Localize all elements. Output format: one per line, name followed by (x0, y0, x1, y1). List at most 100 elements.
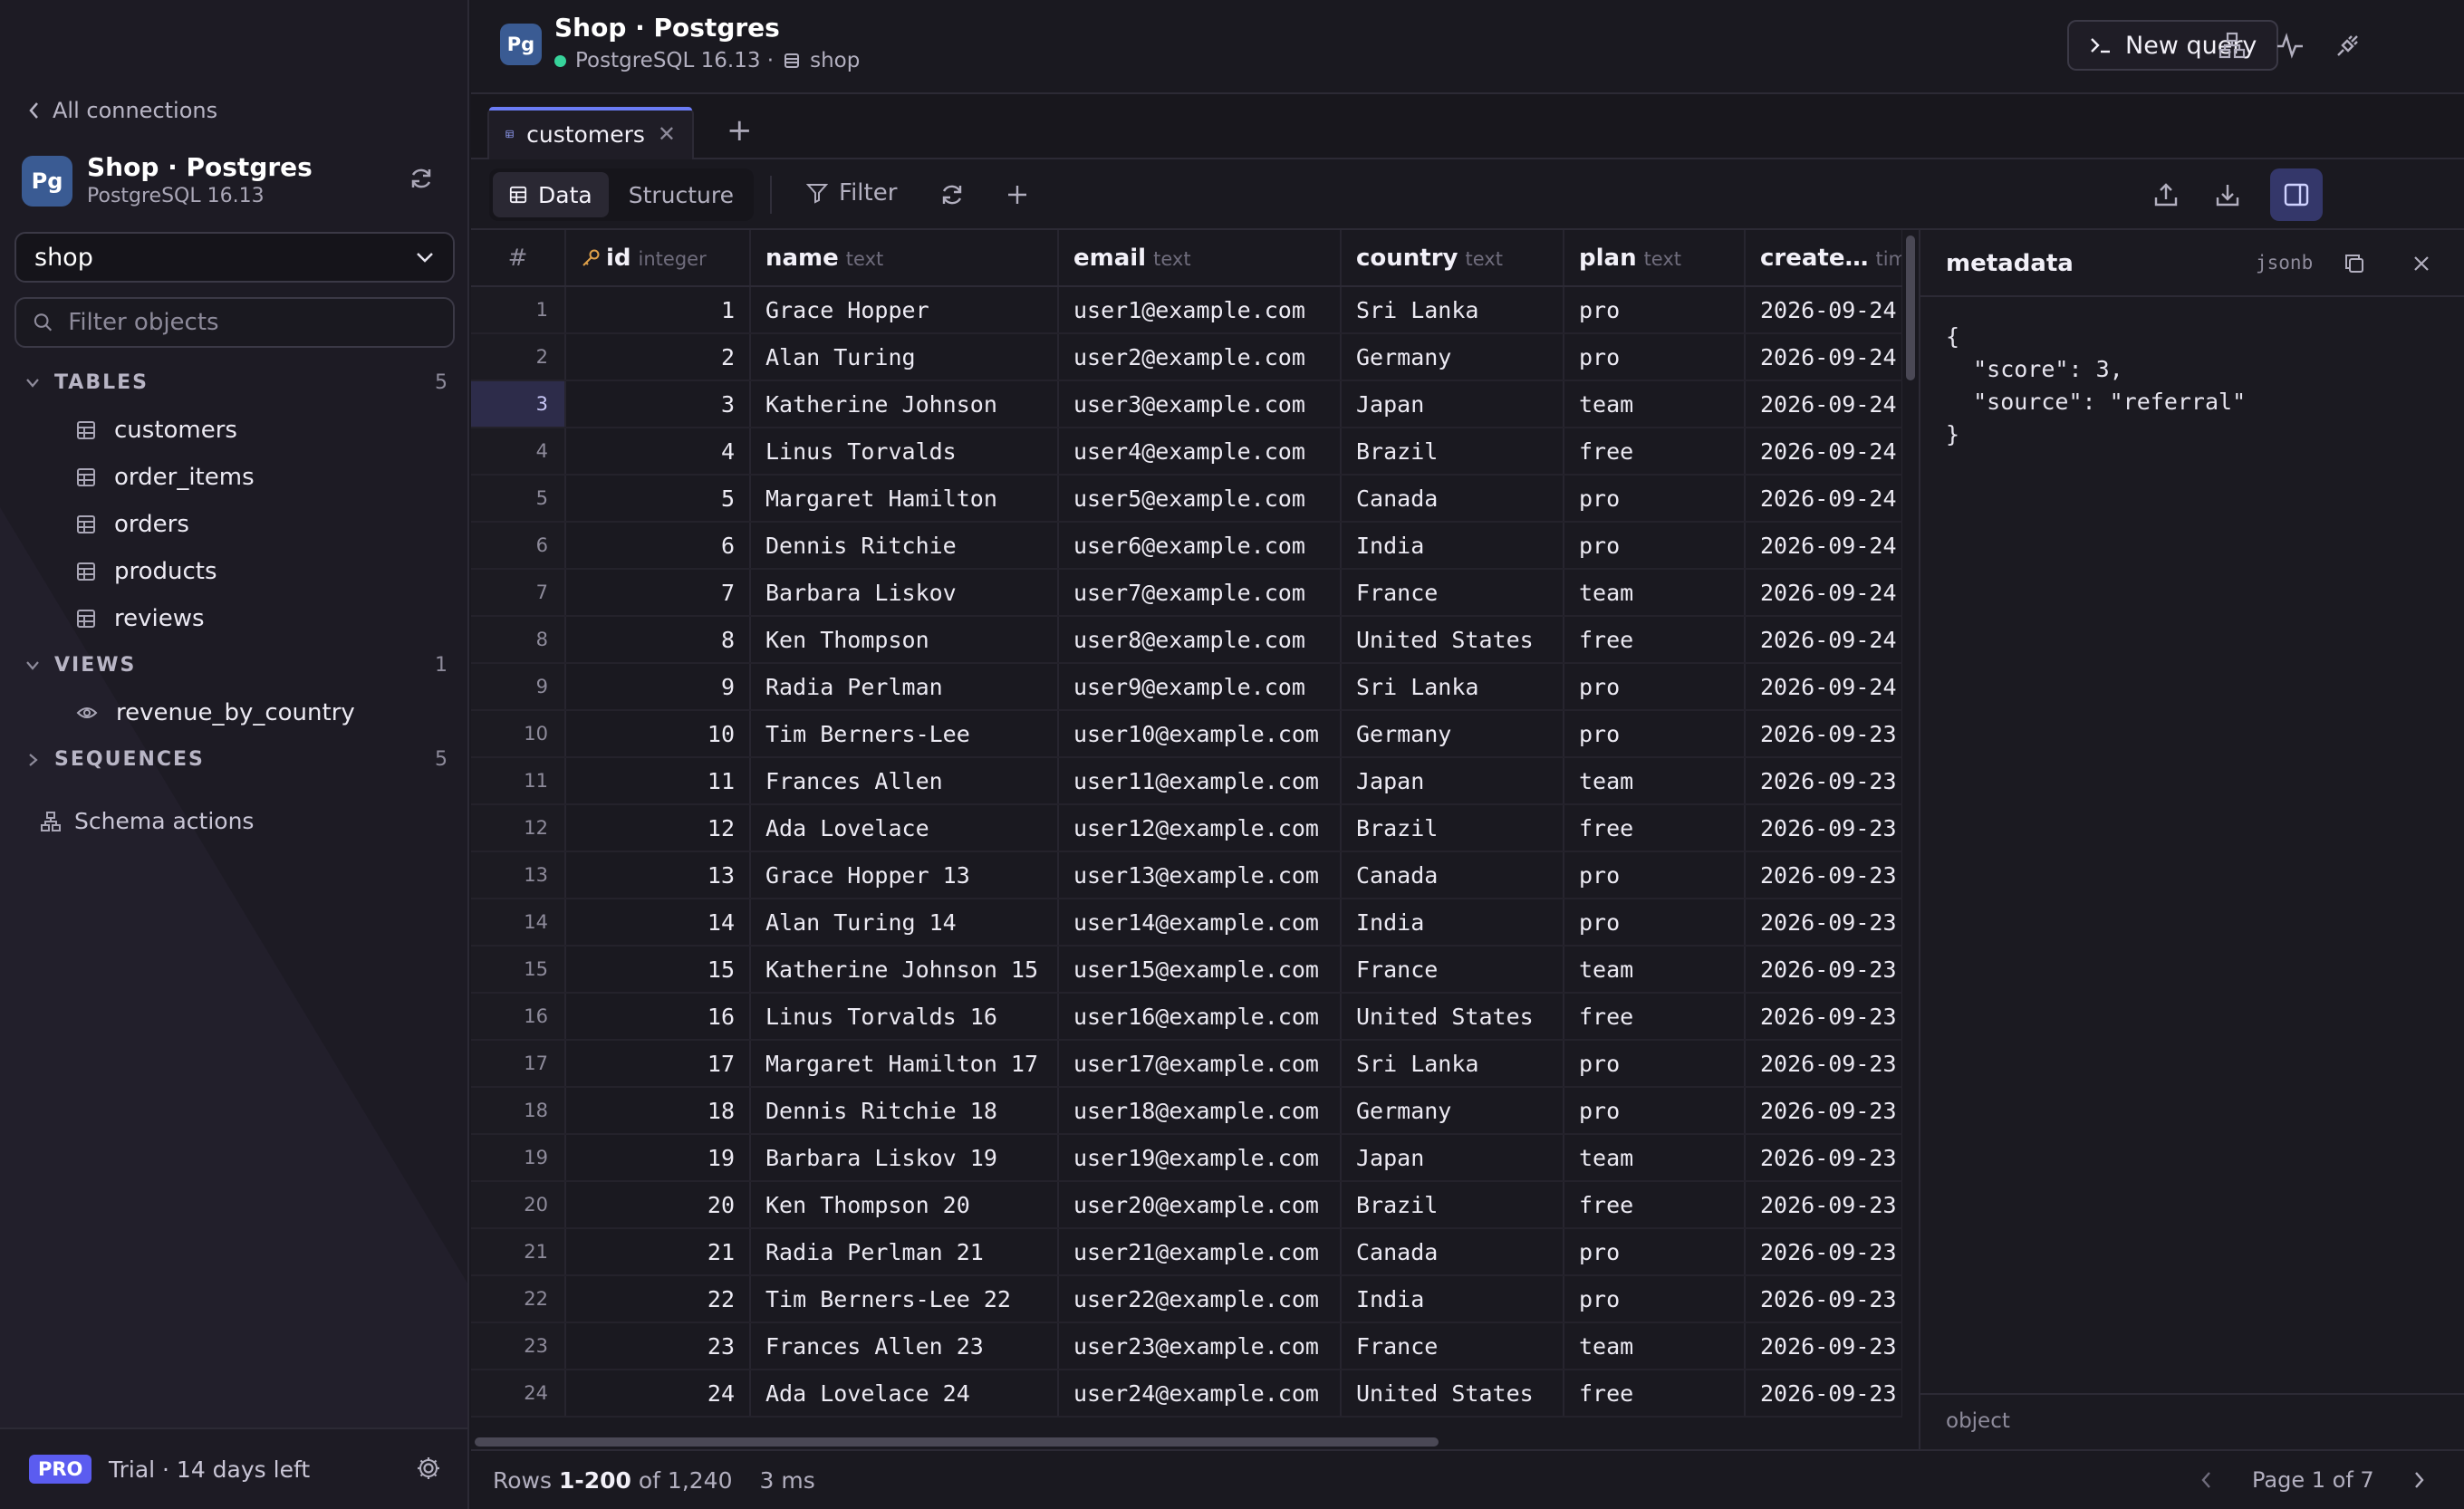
database-select[interactable]: shop (14, 232, 455, 283)
email-cell[interactable]: user13@example.com (1058, 851, 1342, 899)
horizontal-scrollbar[interactable] (471, 1435, 1919, 1449)
column-header-plan[interactable]: plan text (1564, 230, 1746, 287)
plan-cell[interactable]: free (1564, 804, 1746, 852)
row-number-cell[interactable]: 23 (471, 1322, 566, 1370)
created-cell[interactable]: 2026-09-23 (1745, 1228, 1902, 1276)
created-cell[interactable]: 2026-09-23 (1745, 1275, 1902, 1323)
created-cell[interactable]: 2026-09-24 (1745, 475, 1902, 523)
table-row[interactable]: 24 24 Ada Lovelace 24 user24@example.com Uni… (471, 1370, 1902, 1418)
country-cell[interactable]: Canada (1341, 1228, 1564, 1276)
plan-cell[interactable]: pro (1564, 851, 1746, 899)
email-cell[interactable]: user18@example.com (1058, 1087, 1342, 1135)
created-cell[interactable]: 2026-09-24 (1745, 616, 1902, 664)
table-row[interactable]: 5 5 Margaret Hamilton user5@example.com Cana… (471, 475, 1902, 523)
country-cell[interactable]: Brazil (1341, 1181, 1564, 1229)
row-number-cell[interactable]: 3 (471, 380, 566, 428)
chevron-right-icon[interactable] (2410, 1469, 2428, 1491)
country-cell[interactable]: Japan (1341, 757, 1564, 805)
created-cell[interactable]: 2026-09-23 (1745, 1322, 1902, 1370)
country-cell[interactable]: Sri Lanka (1341, 663, 1564, 711)
name-cell[interactable]: Grace Hopper (750, 286, 1059, 334)
id-cell[interactable]: 22 (565, 1275, 751, 1323)
id-cell[interactable]: 6 (565, 522, 751, 570)
scrollbar-thumb[interactable] (1906, 235, 1915, 380)
table-row[interactable]: 19 19 Barbara Liskov 19 user19@example.com J… (471, 1134, 1902, 1182)
sidebar-item-revenue-by-country[interactable]: revenue_by_country (76, 699, 355, 726)
filter-objects-input[interactable] (68, 309, 437, 336)
name-cell[interactable]: Frances Allen (750, 757, 1059, 805)
email-cell[interactable]: user7@example.com (1058, 569, 1342, 617)
sidebar-item-order-items[interactable]: order_items (76, 464, 255, 491)
email-cell[interactable]: user22@example.com (1058, 1275, 1342, 1323)
row-number-cell[interactable]: 8 (471, 616, 566, 664)
id-cell[interactable]: 13 (565, 851, 751, 899)
filter-objects-box[interactable] (14, 297, 455, 348)
table-row[interactable]: 17 17 Margaret Hamilton 17 user17@example.c… (471, 1040, 1902, 1088)
plan-cell[interactable]: team (1564, 946, 1746, 994)
table-row[interactable]: 11 11 Frances Allen user11@example.com Japan… (471, 757, 1902, 805)
created-cell[interactable]: 2026-09-23 (1745, 851, 1902, 899)
name-cell[interactable]: Linus Torvalds (750, 428, 1059, 476)
plan-cell[interactable]: team (1564, 757, 1746, 805)
email-cell[interactable]: user10@example.com (1058, 710, 1342, 758)
created-cell[interactable]: 2026-09-23 (1745, 946, 1902, 994)
created-cell[interactable]: 2026-09-24 (1745, 428, 1902, 476)
plan-cell[interactable]: pro (1564, 1228, 1746, 1276)
created-cell[interactable]: 2026-09-23 (1745, 993, 1902, 1041)
id-cell[interactable]: 7 (565, 569, 751, 617)
add-row-icon[interactable] (1004, 181, 1031, 208)
plan-cell[interactable]: team (1564, 1322, 1746, 1370)
id-cell[interactable]: 1 (565, 286, 751, 334)
sidebar-item-orders[interactable]: orders (76, 511, 189, 538)
table-row[interactable]: 3 3 Katherine Johnson user3@example.com Japa… (471, 380, 1902, 428)
country-cell[interactable]: Germany (1341, 710, 1564, 758)
country-cell[interactable]: India (1341, 1275, 1564, 1323)
country-cell[interactable]: United States (1341, 1370, 1564, 1418)
table-row[interactable]: 21 21 Radia Perlman 21 user21@example.com Ca… (471, 1228, 1902, 1276)
new-query-button[interactable]: New query (2067, 20, 2279, 71)
created-cell[interactable]: 2026-09-23 (1745, 1370, 1902, 1418)
id-cell[interactable]: 21 (565, 1228, 751, 1276)
close-icon[interactable] (2411, 254, 2431, 274)
column-header-country[interactable]: country text (1341, 230, 1564, 287)
name-cell[interactable]: Katherine Johnson (750, 380, 1059, 428)
section-views[interactable]: VIEWS 1 (25, 654, 448, 677)
row-number-cell[interactable]: 16 (471, 993, 566, 1041)
table-row[interactable]: 1 1 Grace Hopper user1@example.com Sri Lanka… (471, 286, 1902, 334)
table-row[interactable]: 13 13 Grace Hopper 13 user13@example.com Can… (471, 851, 1902, 899)
chevron-left-icon[interactable] (2198, 1469, 2216, 1491)
plug-icon[interactable] (2334, 31, 2363, 60)
row-number-cell[interactable]: 14 (471, 899, 566, 947)
row-number-cell[interactable]: 17 (471, 1040, 566, 1088)
email-cell[interactable]: user15@example.com (1058, 946, 1342, 994)
name-cell[interactable]: Radia Perlman (750, 663, 1059, 711)
structure-view-button[interactable]: Structure (612, 172, 750, 217)
created-cell[interactable]: 2026-09-23 (1745, 1040, 1902, 1088)
country-cell[interactable]: Canada (1341, 475, 1564, 523)
created-cell[interactable]: 2026-09-24 (1745, 333, 1902, 381)
created-cell[interactable]: 2026-09-23 (1745, 1134, 1902, 1182)
plan-cell[interactable]: free (1564, 428, 1746, 476)
id-cell[interactable]: 17 (565, 1040, 751, 1088)
name-cell[interactable]: Margaret Hamilton (750, 475, 1059, 523)
table-row[interactable]: 7 7 Barbara Liskov user7@example.com France t… (471, 569, 1902, 617)
name-cell[interactable]: Alan Turing 14 (750, 899, 1059, 947)
download-icon[interactable] (2214, 181, 2241, 208)
email-cell[interactable]: user16@example.com (1058, 993, 1342, 1041)
country-cell[interactable]: Sri Lanka (1341, 1040, 1564, 1088)
plan-cell[interactable]: free (1564, 993, 1746, 1041)
created-cell[interactable]: 2026-09-24 (1745, 522, 1902, 570)
country-cell[interactable]: India (1341, 899, 1564, 947)
plan-cell[interactable]: pro (1564, 1087, 1746, 1135)
name-cell[interactable]: Frances Allen 23 (750, 1322, 1059, 1370)
name-cell[interactable]: Ken Thompson 20 (750, 1181, 1059, 1229)
row-number-cell[interactable]: 24 (471, 1370, 566, 1418)
id-cell[interactable]: 9 (565, 663, 751, 711)
id-cell[interactable]: 15 (565, 946, 751, 994)
country-cell[interactable]: Germany (1341, 1087, 1564, 1135)
sidebar-item-products[interactable]: products (76, 558, 217, 585)
refresh-icon[interactable] (938, 181, 966, 208)
id-cell[interactable]: 12 (565, 804, 751, 852)
name-cell[interactable]: Alan Turing (750, 333, 1059, 381)
id-cell[interactable]: 16 (565, 993, 751, 1041)
